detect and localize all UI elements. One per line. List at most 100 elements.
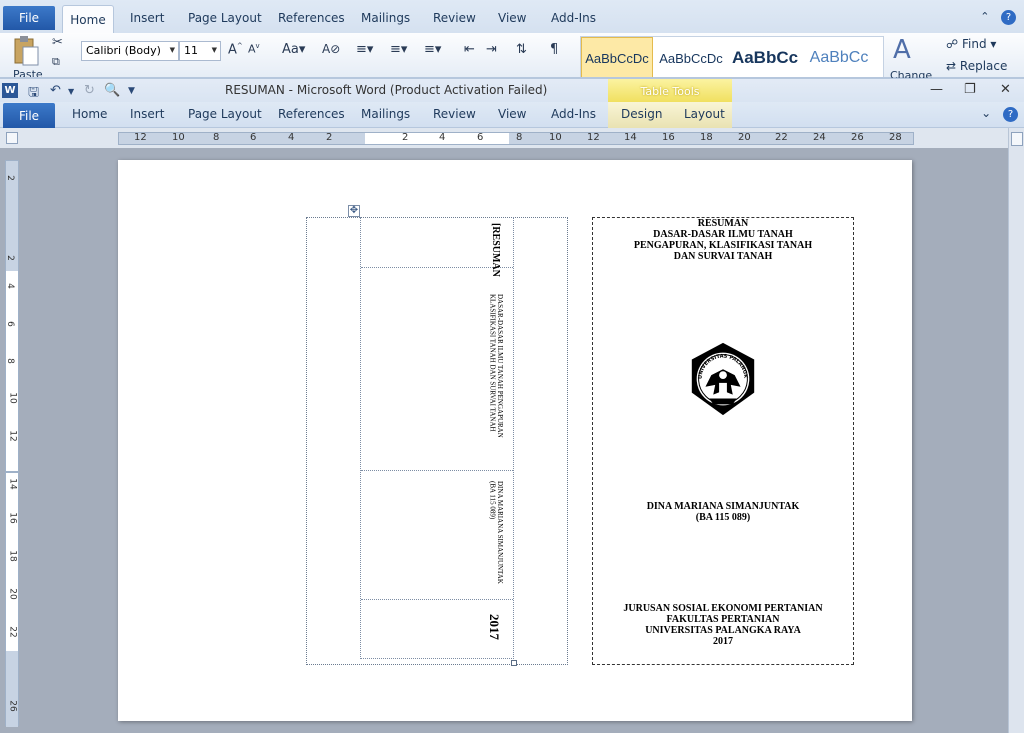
undo-dropdown-icon[interactable]: ▼: [68, 87, 74, 96]
vertical-ruler[interactable]: 2 2 4 6 8 10 12 14 16 18 20 22 26: [4, 160, 19, 727]
show-paragraph-marks-icon[interactable]: ¶: [550, 42, 558, 57]
spine-table[interactable]: [RESUMAN DASAR-DASAR ILMU TANAH PENGAPUR…: [360, 217, 514, 659]
font-name-value: Calibri (Body): [86, 44, 161, 57]
paste-icon[interactable]: [12, 35, 40, 67]
grow-font-icon[interactable]: A^: [228, 42, 243, 57]
decrease-indent-icon[interactable]: ⇤: [464, 42, 475, 57]
background-tab-review[interactable]: Review: [433, 11, 476, 25]
change-styles-icon[interactable]: A: [893, 35, 911, 65]
ruler-label: 28: [889, 132, 902, 143]
vertical-scrollbar[interactable]: [1008, 128, 1024, 733]
customize-toolbar-icon[interactable]: ▼: [128, 86, 135, 96]
background-tab-add-ins[interactable]: Add-Ins: [551, 11, 596, 25]
font-name-combo[interactable]: Calibri (Body) ▼: [81, 41, 179, 61]
tab-add-ins[interactable]: Add-Ins: [551, 107, 596, 121]
style-no-spacing[interactable]: AaBbCcDc: [655, 37, 727, 77]
print-preview-icon[interactable]: 🔍: [104, 83, 120, 98]
cover-footer-line: UNIVERSITAS PALANGKA RAYA: [645, 625, 801, 636]
paste-label: Paste: [13, 68, 43, 78]
file-tab[interactable]: File: [3, 103, 55, 128]
ruler-label: 20: [7, 588, 18, 600]
ruler-label: 26: [851, 132, 864, 143]
tab-view[interactable]: View: [498, 107, 526, 121]
bullets-icon[interactable]: ≡▾: [356, 42, 373, 57]
numbering-icon[interactable]: ≡▾: [390, 42, 407, 57]
undo-icon[interactable]: ↶: [50, 83, 61, 98]
multilevel-list-icon[interactable]: ≡▾: [424, 42, 441, 57]
expand-ribbon-icon[interactable]: ⌄: [981, 106, 991, 120]
cover-panel[interactable]: RESUMAN DASAR-DASAR ILMU TANAH PENGAPURA…: [592, 217, 854, 665]
ruler-label: 24: [813, 132, 826, 143]
university-logo: UNIVERSITAS PALANGKA RAYA: [684, 340, 755, 416]
tab-insert[interactable]: Insert: [130, 107, 164, 121]
ruler-label: 12: [587, 132, 600, 143]
ruler-label: 6: [477, 132, 484, 143]
background-tab-insert[interactable]: Insert: [130, 11, 164, 25]
minimize-ribbon-icon[interactable]: ⌃: [980, 10, 989, 23]
style-heading-2[interactable]: AaBbCc: [803, 37, 875, 77]
ruler-label: 20: [738, 132, 751, 143]
ruler-toggle-button[interactable]: [6, 132, 18, 144]
minimize-icon[interactable]: —: [930, 82, 943, 97]
tab-design[interactable]: Design: [621, 107, 662, 121]
replace-icon: ⇄: [946, 59, 957, 73]
copy-icon[interactable]: ⧉: [52, 55, 60, 69]
background-file-tab[interactable]: File: [3, 6, 55, 30]
background-tab-references[interactable]: References: [278, 11, 345, 25]
tab-mailings[interactable]: Mailings: [361, 107, 410, 121]
tab-review[interactable]: Review: [433, 107, 476, 121]
background-tab-mailings[interactable]: Mailings: [361, 11, 410, 25]
ruler-label: 18: [700, 132, 713, 143]
shrink-font-icon[interactable]: Av: [248, 42, 260, 56]
tab-layout[interactable]: Layout: [684, 107, 725, 121]
ruler-row-marker: [6, 471, 18, 473]
table-resize-handle[interactable]: [511, 660, 517, 666]
ruler-label: 22: [7, 626, 18, 638]
change-case-icon[interactable]: Aa▾: [282, 42, 305, 57]
font-size-value: 11: [184, 44, 198, 57]
horizontal-ruler[interactable]: 12 10 8 6 4 2 2 4 6 8 10 12 14 16 18 20 …: [118, 132, 914, 145]
style-normal[interactable]: AaBbCcDc: [581, 37, 653, 77]
restore-icon[interactable]: ❐: [964, 82, 976, 97]
spine-cell-year[interactable]: 2017: [361, 600, 513, 658]
ribbon-tab-bar: File Home Insert Page Layout References …: [0, 102, 1024, 128]
table-move-handle-icon[interactable]: ✥: [348, 205, 360, 217]
spine-cell-title[interactable]: [RESUMAN: [361, 217, 513, 277]
spine-cell-subject[interactable]: DASAR-DASAR ILMU TANAH PENGAPURAN KLASIF…: [361, 268, 513, 471]
background-tab-view[interactable]: View: [498, 11, 526, 25]
ruler-label: 8: [516, 132, 523, 143]
style-heading-1[interactable]: AaBbCc: [729, 37, 801, 77]
tab-page-layout[interactable]: Page Layout: [188, 107, 262, 121]
background-tab-page-layout[interactable]: Page Layout: [188, 11, 262, 25]
close-icon[interactable]: ✕: [1000, 82, 1011, 97]
help-icon[interactable]: ?: [1003, 107, 1018, 122]
view-ruler-icon[interactable]: [1011, 132, 1023, 146]
word-app-icon[interactable]: W: [2, 83, 18, 98]
font-size-combo[interactable]: 11 ▼: [179, 41, 221, 61]
ruler-label: 10: [7, 392, 18, 404]
cover-footer-line: 2017: [713, 636, 733, 647]
ruler-label: 16: [662, 132, 675, 143]
clear-formatting-icon[interactable]: A⊘: [322, 42, 340, 56]
horizontal-ruler-area: 12 10 8 6 4 2 2 4 6 8 10 12 14 16 18 20 …: [0, 128, 1024, 148]
spine-cell-author[interactable]: DINA MARIANA SIMANJUNTAK (BA 115 089): [361, 471, 513, 600]
tab-home[interactable]: Home: [72, 107, 107, 121]
cut-icon[interactable]: ✂: [52, 35, 63, 50]
help-icon[interactable]: ?: [1001, 10, 1016, 25]
styles-gallery[interactable]: AaBbCcDc AaBbCcDc AaBbCc AaBbCc: [580, 36, 884, 77]
redo-icon[interactable]: ↻: [84, 83, 95, 98]
replace-button[interactable]: ⇄ Replace: [946, 59, 1007, 73]
sort-icon[interactable]: ⇅: [516, 42, 527, 57]
spine-subject-text: DASAR-DASAR ILMU TANAH PENGAPURAN KLASIF…: [488, 294, 504, 438]
ruler-label: 6: [4, 321, 15, 327]
increase-indent-icon[interactable]: ⇥: [486, 42, 497, 57]
ruler-label: 8: [4, 358, 15, 364]
replace-label: Replace: [959, 59, 1008, 73]
ruler-label: 2: [4, 175, 15, 181]
tab-references[interactable]: References: [278, 107, 345, 121]
background-tab-home[interactable]: Home: [62, 5, 114, 33]
ruler-label: 14: [7, 478, 18, 490]
find-button[interactable]: ☍ Find ▾: [946, 37, 996, 51]
find-label: Find: [961, 37, 987, 51]
document-page[interactable]: ✥ [RESUMAN DASAR-DASAR ILMU TANAH PENGAP…: [118, 160, 912, 721]
